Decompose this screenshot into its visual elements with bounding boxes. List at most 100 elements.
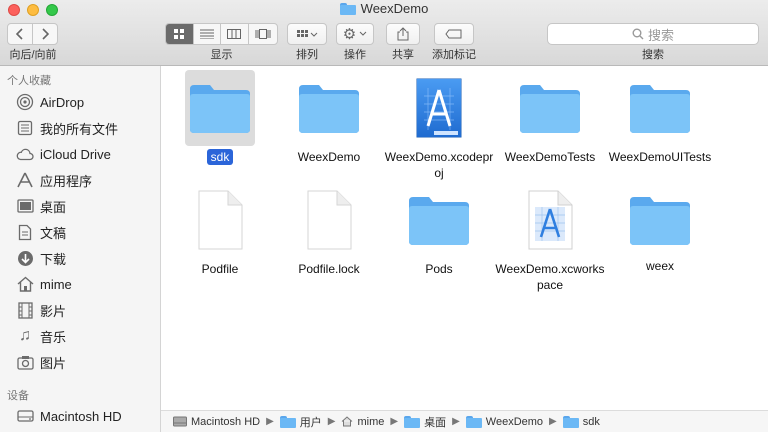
path-item-macintosh-hd[interactable]: Macintosh HD	[173, 416, 260, 428]
file-item-weexdemo[interactable]: WeexDemo	[270, 70, 388, 165]
cloud-icon	[16, 145, 34, 163]
sidebar-item-home[interactable]: mime	[16, 273, 72, 295]
file-item-xcodeproj[interactable]: WeexDemo.xcodeproj	[380, 70, 498, 181]
file-item-podfile[interactable]: Podfile	[161, 182, 279, 277]
file-item-weexdemouitests[interactable]: WeexDemoUITests	[601, 70, 719, 165]
column-view-button[interactable]	[221, 24, 249, 44]
sidebar-item-airdrop[interactable]: AirDrop	[16, 91, 84, 113]
file-item-podfile-lock[interactable]: Podfile.lock	[270, 182, 388, 277]
file-name: WeexDemoTests	[504, 150, 596, 164]
home-icon	[16, 275, 34, 293]
harddisk-icon	[173, 416, 187, 427]
home-icon	[342, 416, 353, 427]
folder-icon	[270, 70, 388, 146]
path-separator-icon: ▶	[452, 416, 460, 427]
share-icon	[397, 27, 409, 41]
sidebar-item-macintosh-hd[interactable]: Macintosh HD	[16, 405, 122, 427]
documents-icon	[16, 223, 34, 241]
window-title: WeexDemo	[0, 1, 768, 18]
arrange-label: 排列	[296, 49, 318, 61]
columns-icon	[227, 29, 242, 39]
file-name: Pods	[425, 262, 453, 276]
path-separator-icon: ▶	[390, 416, 399, 427]
sidebar-item-desktop[interactable]: 桌面	[16, 195, 66, 217]
folder-icon	[404, 415, 421, 428]
file-name: WeexDemo.xcworkspace	[495, 262, 605, 292]
action-label: 操作	[344, 49, 366, 61]
folder-icon	[279, 415, 296, 428]
movies-icon	[16, 301, 34, 319]
sidebar-item-documents[interactable]: 文稿	[16, 221, 66, 243]
path-separator-icon: ▶	[266, 416, 274, 427]
folder-icon	[380, 182, 498, 258]
forward-button[interactable]	[33, 24, 57, 44]
action-button[interactable]: ⚙	[336, 23, 374, 45]
path-item-weexdemo[interactable]: WeexDemo	[465, 415, 543, 428]
file-item-pods[interactable]: Pods	[380, 182, 498, 277]
xcode-project-icon	[380, 70, 498, 146]
favorites-header: 个人收藏	[7, 75, 51, 87]
arrange-button[interactable]	[287, 23, 327, 45]
sidebar: 个人收藏 AirDrop 我的所有文件 iCloud Drive 应用程序 桌面…	[0, 66, 161, 432]
file-name: WeexDemo.xcodeproj	[384, 150, 494, 180]
devices-header: 设备	[7, 390, 29, 402]
folder-icon	[339, 2, 356, 15]
path-item-home[interactable]: mime	[341, 416, 384, 428]
toolbar: WeexDemo 向后/向前 显示 排列 ⚙ 操作 共享 添加标记 搜索 搜索	[0, 0, 768, 66]
tags-label: 添加标记	[432, 49, 476, 61]
path-separator-icon: ▶	[327, 416, 336, 427]
sidebar-item-movies[interactable]: 影片	[16, 299, 66, 321]
tag-icon	[445, 29, 462, 39]
file-item-xcworkspace[interactable]: WeexDemo.xcworkspace	[491, 182, 609, 293]
view-mode-control	[165, 23, 278, 45]
file-name: WeexDemoUITests	[608, 150, 712, 164]
airdrop-icon	[16, 93, 34, 111]
file-item-weexdemotests[interactable]: WeexDemoTests	[491, 70, 609, 165]
file-name: Podfile	[201, 262, 239, 276]
file-item-sdk[interactable]: sdk	[161, 70, 279, 165]
chevron-down-icon	[359, 31, 367, 36]
icon-view-button[interactable]	[166, 24, 194, 44]
gallery-view-button[interactable]	[249, 24, 277, 44]
sidebar-item-applications[interactable]: 应用程序	[16, 169, 92, 191]
file-icon-view: sdk WeexDemo WeexDemo.xcodeproj WeexDemo…	[161, 66, 768, 407]
pictures-icon	[16, 353, 34, 371]
search-placeholder: 搜索	[647, 27, 674, 43]
sidebar-item-music[interactable]: ♫ 音乐	[16, 325, 66, 347]
music-icon: ♫	[19, 327, 31, 344]
list-view-button[interactable]	[194, 24, 222, 44]
arrange-icon	[297, 30, 318, 37]
folder-icon	[601, 70, 719, 146]
coverflow-icon	[255, 29, 271, 39]
folder-icon	[465, 415, 482, 428]
path-item-sdk[interactable]: sdk	[562, 415, 600, 428]
search-label: 搜索	[642, 49, 664, 61]
path-item-desktop[interactable]: 桌面	[404, 414, 446, 430]
sidebar-item-all-files[interactable]: 我的所有文件	[16, 117, 118, 139]
tags-button[interactable]	[434, 23, 474, 45]
back-button[interactable]	[8, 24, 33, 44]
share-label: 共享	[392, 49, 414, 61]
path-item-users[interactable]: 用户	[279, 414, 322, 430]
folder-icon	[185, 70, 255, 146]
chevron-left-icon	[15, 28, 23, 40]
search-icon	[632, 28, 644, 40]
gear-icon: ⚙	[342, 26, 357, 43]
path-bar: Macintosh HD ▶ 用户 ▶ mime ▶ 桌面 ▶ WeexDemo…	[161, 410, 768, 432]
xcode-workspace-icon	[491, 182, 609, 258]
share-button[interactable]	[386, 23, 420, 45]
file-name: Podfile.lock	[298, 262, 360, 276]
document-icon	[270, 182, 388, 258]
file-name: weex	[645, 259, 674, 273]
sidebar-item-icloud[interactable]: iCloud Drive	[16, 143, 111, 165]
desktop-icon	[16, 197, 34, 215]
file-item-weex[interactable]: weex	[601, 182, 719, 274]
nav-buttons	[7, 23, 58, 45]
sidebar-item-downloads[interactable]: 下载	[16, 247, 66, 269]
search-field[interactable]: 搜索	[547, 23, 759, 45]
folder-icon	[491, 70, 609, 146]
applications-icon	[16, 171, 34, 189]
document-icon	[161, 182, 279, 258]
finder-window: WeexDemo 向后/向前 显示 排列 ⚙ 操作 共享 添加标记 搜索 搜索 …	[0, 0, 768, 432]
sidebar-item-pictures[interactable]: 图片	[16, 351, 66, 373]
